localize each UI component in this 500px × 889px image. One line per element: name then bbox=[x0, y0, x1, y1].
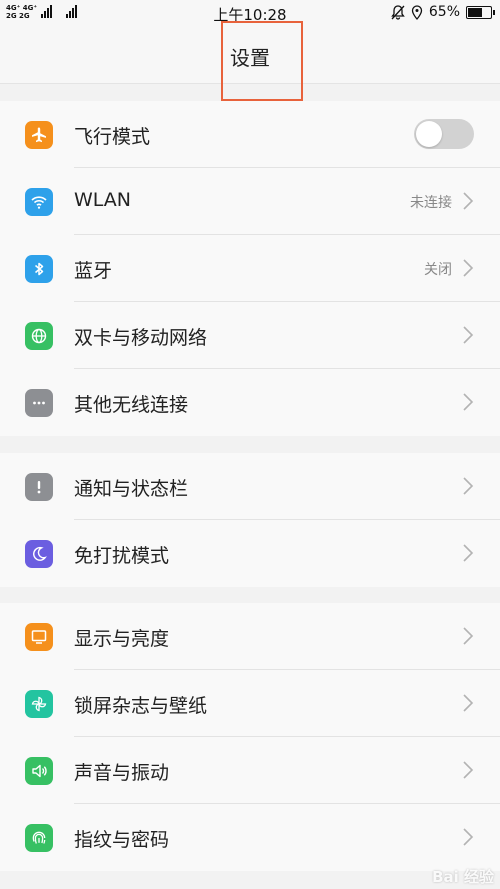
settings-row-status: 关闭 bbox=[424, 262, 452, 278]
settings-row-label: 双卡与移动网络 bbox=[74, 327, 208, 349]
settings-group-display: 显示与亮度锁屏杂志与壁纸 声音与振动指纹与密码 bbox=[0, 603, 500, 871]
settings-row[interactable]: 显示与亮度 bbox=[0, 603, 500, 670]
chevron-right-icon bbox=[463, 694, 474, 712]
settings-row-label: 飞行模式 bbox=[74, 126, 151, 148]
settings-row[interactable]: 指纹与密码 bbox=[0, 804, 500, 871]
settings-row-label: 锁屏杂志与壁纸 bbox=[74, 695, 208, 717]
display-icon bbox=[25, 623, 53, 651]
title-highlight-box bbox=[221, 21, 303, 101]
settings-group-notifications: 通知与状态栏 免打扰模式 bbox=[0, 453, 500, 587]
settings-row[interactable]: 锁屏杂志与壁纸 bbox=[0, 670, 500, 737]
bell-muted-icon bbox=[391, 4, 405, 20]
settings-row-label: WLAN bbox=[74, 189, 132, 211]
wifi-icon bbox=[25, 188, 53, 216]
settings-row-label: 声音与振动 bbox=[74, 762, 170, 784]
more-icon bbox=[25, 389, 53, 417]
battery-icon bbox=[466, 5, 495, 19]
settings-row-label: 通知与状态栏 bbox=[74, 478, 189, 500]
moon-icon bbox=[25, 540, 53, 568]
settings-row-label: 显示与亮度 bbox=[74, 628, 170, 650]
settings-row[interactable]: 蓝牙 关闭 bbox=[0, 235, 500, 302]
watermark: Bai 经验 bbox=[432, 868, 494, 886]
airplane-mode-toggle[interactable] bbox=[414, 119, 474, 149]
bluetooth-icon bbox=[25, 255, 53, 283]
settings-row-label: 指纹与密码 bbox=[74, 829, 170, 851]
settings-row-status: 未连接 bbox=[410, 195, 452, 211]
location-icon bbox=[411, 4, 423, 20]
pinwheel-icon bbox=[25, 690, 53, 718]
settings-row[interactable]: WLAN 未连接 bbox=[0, 168, 500, 235]
chevron-right-icon bbox=[463, 259, 474, 277]
chevron-right-icon bbox=[463, 393, 474, 411]
settings-row[interactable]: 声音与振动 bbox=[0, 737, 500, 804]
settings-row[interactable]: 飞行模式 bbox=[0, 101, 500, 168]
toggle-knob bbox=[416, 121, 442, 147]
settings-row[interactable]: 免打扰模式 bbox=[0, 520, 500, 587]
settings-group-connections: 飞行模式 WLAN 未连接蓝牙 关闭双卡与移动网络 其他无线连接 bbox=[0, 101, 500, 436]
airplane-icon bbox=[25, 121, 53, 149]
settings-row[interactable]: 通知与状态栏 bbox=[0, 453, 500, 520]
settings-row-label: 其他无线连接 bbox=[74, 394, 189, 416]
chevron-right-icon bbox=[463, 544, 474, 562]
settings-row-label: 免打扰模式 bbox=[74, 545, 170, 567]
chevron-right-icon bbox=[463, 192, 474, 210]
chevron-right-icon bbox=[463, 761, 474, 779]
chevron-right-icon bbox=[463, 627, 474, 645]
notification-icon bbox=[25, 473, 53, 501]
speaker-icon bbox=[25, 757, 53, 785]
status-right: 65% bbox=[391, 4, 495, 20]
chevron-right-icon bbox=[463, 828, 474, 846]
settings-row[interactable]: 其他无线连接 bbox=[0, 369, 500, 436]
fingerprint-icon bbox=[25, 824, 53, 852]
settings-row[interactable]: 双卡与移动网络 bbox=[0, 302, 500, 369]
battery-percent: 65% bbox=[428, 4, 460, 20]
globe-icon bbox=[25, 322, 53, 350]
chevron-right-icon bbox=[463, 477, 474, 495]
settings-row-label: 蓝牙 bbox=[74, 260, 113, 282]
chevron-right-icon bbox=[463, 326, 474, 344]
